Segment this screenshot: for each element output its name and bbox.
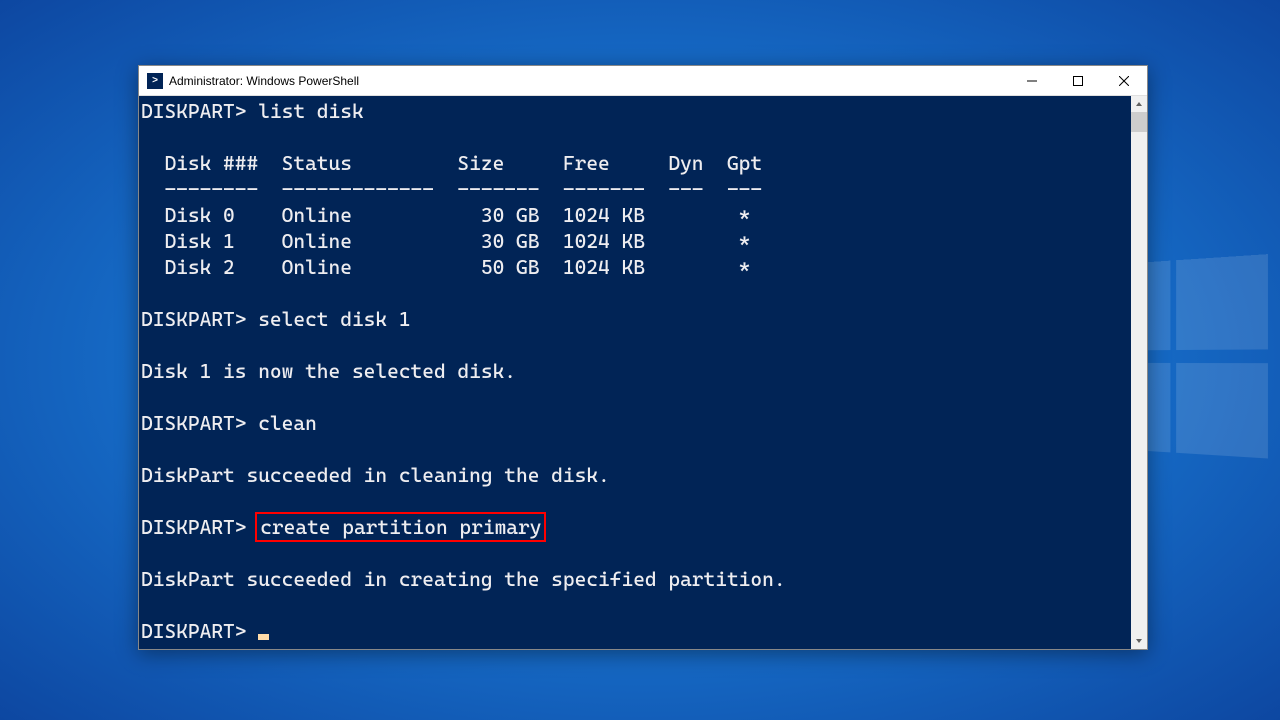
terminal-line: Disk 0 Online 30 GB 1024 KB * [141,202,1131,228]
window-controls [1009,66,1147,95]
terminal-output[interactable]: DISKPART> list disk Disk ### Status Size… [139,96,1131,649]
terminal-line [141,332,1131,358]
terminal-line [141,384,1131,410]
terminal-line: DiskPart succeeded in creating the speci… [141,566,1131,592]
terminal-line: Disk 2 Online 50 GB 1024 KB * [141,254,1131,280]
terminal-line: DISKPART> select disk 1 [141,306,1131,332]
prompt-text: DISKPART> [141,307,258,331]
scroll-down-button[interactable] [1131,633,1147,649]
terminal-line: DISKPART> create partition primary [141,514,1131,540]
powershell-window: > Administrator: Windows PowerShell DISK… [138,65,1148,650]
window-title: Administrator: Windows PowerShell [169,74,1009,88]
terminal-line: DISKPART> [141,618,1131,644]
terminal-line [141,488,1131,514]
close-button[interactable] [1101,66,1147,95]
terminal-line: Disk 1 Online 30 GB 1024 KB * [141,228,1131,254]
prompt-text: DISKPART> [141,99,258,123]
titlebar[interactable]: > Administrator: Windows PowerShell [139,66,1147,96]
command-text: select disk 1 [258,307,410,331]
command-text: list disk [258,99,363,123]
terminal-line: DISKPART> clean [141,410,1131,436]
terminal-line: Disk 1 is now the selected disk. [141,358,1131,384]
terminal-line [141,436,1131,462]
command-text: clean [258,411,317,435]
terminal-line: Disk ### Status Size Free Dyn Gpt [141,150,1131,176]
maximize-button[interactable] [1055,66,1101,95]
terminal-line: -------- ------------- ------- ------- -… [141,176,1131,202]
prompt-text: DISKPART> [141,619,258,643]
prompt-text: DISKPART> [141,515,258,539]
terminal-line: DISKPART> list disk [141,98,1131,124]
vertical-scrollbar[interactable] [1131,96,1147,649]
cursor [258,634,269,640]
scrollbar-thumb[interactable] [1131,112,1147,132]
terminal-line [141,280,1131,306]
terminal-line [141,540,1131,566]
terminal-line [141,592,1131,618]
command-text: create partition primary [255,512,546,542]
powershell-icon: > [147,73,163,89]
minimize-button[interactable] [1009,66,1055,95]
terminal-line: DiskPart succeeded in cleaning the disk. [141,462,1131,488]
terminal-line [141,124,1131,150]
scroll-up-button[interactable] [1131,96,1147,112]
terminal-body[interactable]: DISKPART> list disk Disk ### Status Size… [139,96,1147,649]
prompt-text: DISKPART> [141,411,258,435]
